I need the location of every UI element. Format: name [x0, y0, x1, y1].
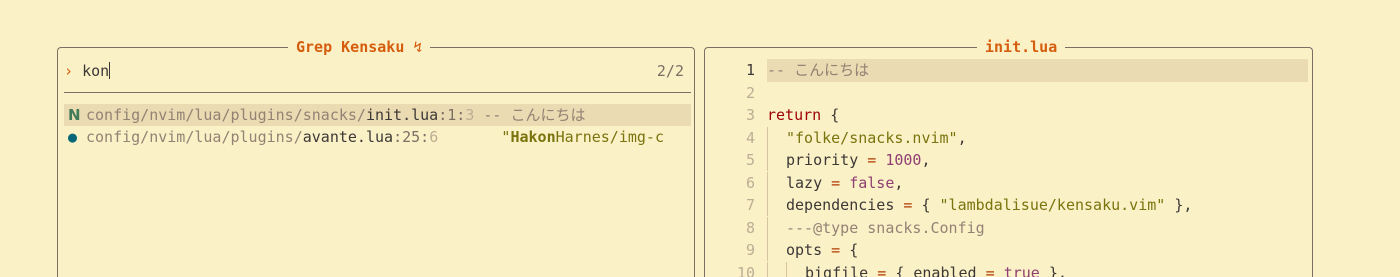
line-number: 3: [745, 106, 755, 124]
code-token: "folke/snacks.nvim": [786, 128, 958, 147]
code-line-text: ---@type snacks.Config: [767, 216, 1308, 240]
line-number: 2: [745, 83, 755, 102]
code-line-text: return {: [767, 104, 1308, 127]
code-line-text: bigfile = { enabled = true },: [767, 261, 1308, 277]
match-counter: 2/2: [656, 62, 684, 80]
grep-picker-window: Grep Kensaku ↯ › kon 2/2 Nconfig/nvim/lu…: [57, 37, 695, 277]
line-number: 7: [745, 196, 755, 214]
code-token: =: [858, 151, 886, 169]
code-line-text: -- こんにちは: [767, 59, 1308, 82]
results-list: Nconfig/nvim/lua/plugins/snacks/init.lua…: [64, 104, 691, 148]
code-token: =: [985, 263, 1004, 277]
code-line-text: priority = 1000,: [767, 149, 1308, 172]
result-match: Hakon: [510, 128, 556, 146]
code-token: ,: [894, 173, 904, 192]
indent-guide: [767, 149, 786, 171]
code-token: {: [921, 196, 940, 214]
prompt-divider: [64, 92, 691, 93]
code-token: ,: [957, 128, 967, 147]
code-token: =: [822, 173, 850, 192]
code-token: ,: [921, 151, 931, 169]
search-input[interactable]: kon: [82, 60, 111, 82]
line-number: 9: [745, 241, 755, 259]
code-line: 7 dependencies = { "lambdalisue/kensaku.v…: [705, 194, 1308, 217]
code-line: 3 return {: [705, 104, 1308, 127]
picker-prompt[interactable]: › kon 2/2: [64, 60, 684, 82]
line-number: 8: [745, 218, 755, 237]
line-number: 10: [736, 263, 755, 277]
nvim-screen: lke/snacks.nvim",↲ority = 1000,↲y = faen…: [0, 0, 1400, 277]
code-token: lazy: [786, 173, 823, 192]
code-line: 5 priority = 1000,: [705, 149, 1308, 172]
code-token: {: [849, 241, 859, 259]
code-token: {: [821, 106, 840, 124]
code-token: false: [849, 173, 895, 192]
result-file: avante.lua: [302, 128, 394, 146]
code-line-text: dependencies = { "lambdalisue/kensaku.vi…: [767, 194, 1308, 217]
code-token: priority: [786, 151, 859, 169]
code-line-text: opts = {: [767, 239, 1308, 262]
code-token: { enabled: [895, 263, 986, 277]
result-position: :25:: [393, 128, 430, 146]
code-token: return: [767, 106, 822, 124]
search-query: kon: [82, 62, 110, 80]
code-token: bigfile: [805, 263, 869, 277]
code-token: true: [1003, 263, 1040, 277]
result-position: :1:: [438, 106, 466, 124]
code-line: 4 "folke/snacks.nvim",: [705, 126, 1308, 150]
code-token: =: [822, 241, 850, 259]
code-token: dependencies: [786, 196, 895, 214]
line-number: 4: [745, 128, 755, 147]
indent-guide: [767, 171, 786, 194]
neovim-icon: N: [68, 106, 81, 124]
code-token: opts: [786, 241, 823, 259]
result-text-rest: Harnes/img-c: [555, 128, 664, 146]
indent-guide: [786, 261, 805, 277]
text-cursor: [109, 62, 111, 79]
kensaku-icon: ↯: [413, 38, 423, 56]
result-item[interactable]: ● config/nvim/lua/plugins/avante.lua:25:6…: [64, 126, 691, 148]
indent-guide: [767, 239, 786, 261]
code-line: 6 lazy = false,: [705, 171, 1308, 195]
preview-code: 1 -- こんにちは 2 3 return {4 "folke/snacks.nvim",…: [705, 59, 1308, 277]
bomb-icon: ●: [68, 128, 78, 146]
prompt-chevron-icon: ›: [64, 62, 74, 80]
result-file: init.lua: [365, 106, 439, 124]
picker-title-text: Grep Kensaku: [296, 38, 405, 56]
code-token: },: [1039, 263, 1067, 277]
result-text: -- こんにちは: [474, 106, 586, 124]
indent-guide: [767, 194, 786, 216]
code-line-text: "folke/snacks.nvim",: [767, 126, 1308, 150]
code-line: 1 -- こんにちは: [705, 59, 1308, 82]
result-column: 3: [465, 106, 475, 124]
code-token: =: [868, 263, 896, 277]
line-number: 1: [745, 61, 755, 79]
result-item[interactable]: Nconfig/nvim/lua/plugins/snacks/init.lua…: [64, 104, 691, 126]
code-token: 1000: [885, 151, 922, 169]
result-dir: config/nvim/lua/plugins/: [86, 128, 303, 146]
code-line-text: lazy = false,: [767, 171, 1308, 195]
picker-title: Grep Kensaku ↯: [288, 37, 431, 57]
indent-guide: [767, 126, 786, 149]
line-number: 6: [745, 173, 755, 192]
code-line: 9 opts = {: [705, 239, 1308, 262]
code-line: 10 bigfile = { enabled = true },: [705, 261, 1308, 277]
result-column: 6: [429, 128, 439, 146]
result-text: ": [438, 128, 511, 146]
code-token: ---@type snacks.Config: [786, 218, 985, 237]
preview-window: init.lua 1 -- こんにちは 2 3 return {4 "folke/snac…: [704, 37, 1313, 277]
result-dir: config/nvim/lua/plugins/snacks/: [86, 106, 366, 124]
line-number: 5: [745, 151, 755, 169]
code-token: "lambdalisue/kensaku.vim": [939, 196, 1166, 214]
indent-guide: [767, 216, 786, 239]
code-line: 8 ---@type snacks.Config: [705, 216, 1308, 240]
code-token: =: [894, 196, 922, 214]
code-token: },: [1165, 196, 1193, 214]
code-line: 2: [705, 82, 1308, 105]
code-token: -- こんにちは: [767, 61, 870, 79]
indent-guide: [767, 261, 786, 277]
preview-title: init.lua: [977, 37, 1066, 57]
